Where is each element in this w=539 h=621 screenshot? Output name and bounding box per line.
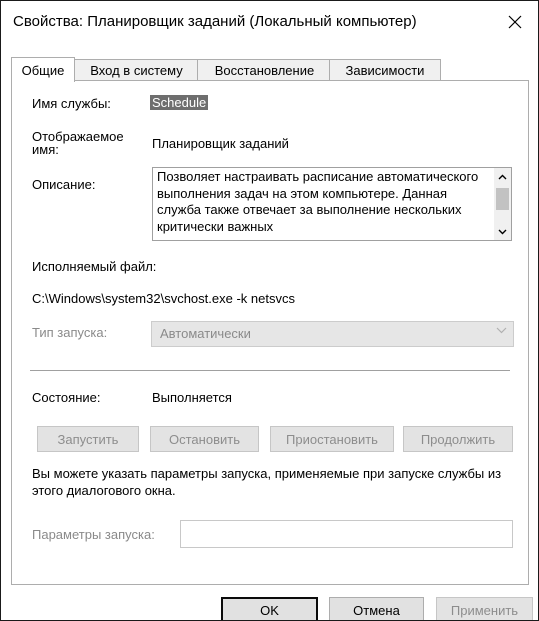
service-name-label: Имя службы:	[32, 96, 111, 111]
start-params-input[interactable]	[180, 520, 513, 548]
close-icon	[508, 15, 522, 29]
pause-service-button[interactable]: Приостановить	[270, 426, 394, 452]
start-params-label: Параметры запуска:	[32, 527, 155, 542]
start-params-hint: Вы можете указать параметры запуска, при…	[32, 466, 502, 498]
start-service-button[interactable]: Запустить	[37, 426, 139, 452]
stop-service-button[interactable]: Остановить	[150, 426, 259, 452]
service-name-value[interactable]: Schedule	[150, 95, 209, 110]
cancel-button[interactable]: Отмена	[329, 597, 424, 620]
executable-path: C:\Windows\system32\svchost.exe -k netsv…	[32, 291, 295, 306]
tab-general[interactable]: Общие	[11, 57, 75, 82]
startup-type-label: Тип запуска:	[32, 325, 108, 340]
general-tab-panel: Имя службы: Schedule Отображаемое имя: П…	[11, 80, 529, 585]
apply-button[interactable]: Применить	[436, 597, 533, 620]
scroll-up-button[interactable]	[494, 168, 511, 185]
executable-label: Исполняемый файл:	[32, 259, 157, 274]
startup-type-value: Автоматически	[160, 326, 251, 341]
chevron-down-icon	[498, 229, 507, 234]
description-box[interactable]: Позволяет настраивать расписание автомат…	[152, 167, 512, 241]
description-text: Позволяет настраивать расписание автомат…	[157, 169, 479, 234]
scroll-thumb[interactable]	[496, 188, 509, 210]
chevron-up-icon	[498, 174, 507, 179]
status-value: Выполняется	[152, 390, 232, 405]
ok-button[interactable]: OK	[221, 597, 318, 620]
description-scrollbar[interactable]	[494, 168, 511, 240]
status-label: Состояние:	[32, 390, 101, 405]
resume-service-button[interactable]: Продолжить	[403, 426, 513, 452]
scroll-down-button[interactable]	[494, 223, 511, 240]
chevron-down-icon	[496, 327, 507, 334]
display-name-label-line2: имя:	[32, 142, 59, 157]
tab-dependencies[interactable]: Зависимости	[329, 59, 441, 81]
display-name-value[interactable]: Планировщик заданий	[152, 136, 289, 151]
tab-logon[interactable]: Вход в систему	[73, 59, 200, 81]
section-divider	[30, 370, 510, 371]
startup-type-select[interactable]: Автоматически	[151, 321, 514, 347]
tab-recovery[interactable]: Восстановление	[197, 59, 332, 81]
tab-strip: Общие Вход в систему Восстановление Зави…	[11, 57, 528, 82]
service-properties-dialog: Свойства: Планировщик заданий (Локальный…	[0, 0, 539, 621]
close-button[interactable]	[492, 1, 538, 43]
window-title: Свойства: Планировщик заданий (Локальный…	[13, 13, 417, 30]
title-bar[interactable]: Свойства: Планировщик заданий (Локальный…	[1, 1, 538, 43]
description-label: Описание:	[32, 177, 96, 192]
